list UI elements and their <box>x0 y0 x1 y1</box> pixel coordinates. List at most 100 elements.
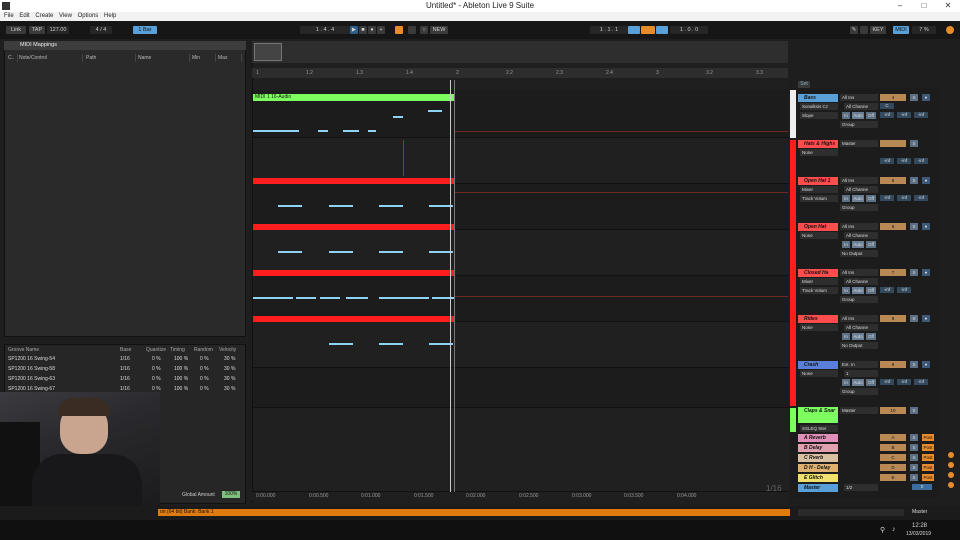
record-indicator-icon[interactable] <box>948 452 954 458</box>
return-send-letter[interactable]: D <box>880 464 906 471</box>
midi-note[interactable] <box>253 297 293 299</box>
audio-clip[interactable] <box>253 270 454 276</box>
track-volume[interactable]: 8 <box>880 315 906 322</box>
monitor-off[interactable]: Off <box>866 241 876 248</box>
midi-note[interactable] <box>368 130 376 132</box>
groove-row[interactable]: SP1200 16 Swing-54 1/16 0 % 100 % 0 % 30… <box>6 355 244 364</box>
groove-quantize[interactable]: 0 % <box>152 355 161 364</box>
tap-button[interactable]: TAP <box>29 26 45 34</box>
overview-viewport[interactable] <box>254 43 282 61</box>
col-base[interactable]: Base <box>120 346 131 355</box>
loop-end-marker[interactable] <box>454 80 455 492</box>
track-name-open-hat[interactable]: Open Hat <box>798 223 838 231</box>
post-button[interactable]: Post <box>922 474 934 481</box>
track-name-bass[interactable]: Bass <box>798 94 838 102</box>
midi-note[interactable] <box>278 251 302 253</box>
new-button[interactable]: NEW <box>430 26 448 34</box>
tempo-field[interactable]: 127.00 <box>47 26 69 34</box>
return-track-b[interactable]: B Delay <box>798 444 838 452</box>
arm-button[interactable]: ● <box>922 361 930 368</box>
midi-note[interactable] <box>329 205 353 207</box>
output-routing[interactable]: Master <box>840 140 878 147</box>
groove-quantize[interactable]: 0 % <box>152 365 161 374</box>
groove-velocity[interactable]: 30 % <box>224 365 235 374</box>
loop-start-field[interactable]: 1 . 1 . 1 <box>590 26 628 34</box>
overdub-icon[interactable]: + <box>377 26 385 34</box>
playhead[interactable] <box>450 80 451 492</box>
midi-note[interactable] <box>320 297 340 299</box>
solo-button[interactable]: S <box>910 269 918 276</box>
output-routing[interactable]: Group <box>840 204 878 211</box>
overview-toggle-icon[interactable] <box>946 26 954 34</box>
track-name-closed-hat[interactable]: Closed Ha <box>798 269 838 277</box>
return-send-letter[interactable]: B <box>880 444 906 451</box>
monitor-auto[interactable]: Auto <box>852 195 864 202</box>
solo-button[interactable]: S <box>910 223 918 230</box>
beat-ruler[interactable]: 1 1.2 1.3 1.4 2 2.2 2.3 2.4 3 3.2 3.3 <box>252 68 788 78</box>
maximize-icon[interactable]: □ <box>912 0 936 12</box>
track-lane-crash[interactable] <box>253 368 789 408</box>
network-icon[interactable]: ⚲ <box>880 526 888 534</box>
column-min[interactable]: Min <box>192 54 216 62</box>
cue-out[interactable]: 1/2 <box>844 484 878 491</box>
track-name-crash[interactable]: Crash <box>798 361 838 369</box>
minimize-icon[interactable]: – <box>888 0 912 12</box>
post-button[interactable]: Post <box>922 444 934 451</box>
monitor-in[interactable]: In <box>842 287 850 294</box>
punch-icon[interactable] <box>408 26 416 34</box>
track-name-claps-snare[interactable]: Claps & Snar <box>798 407 838 423</box>
global-amount-field[interactable]: 100% <box>222 491 240 498</box>
record-indicator-icon[interactable] <box>948 482 954 488</box>
solo-button[interactable]: S <box>910 464 918 471</box>
input-type[interactable]: All Ins <box>840 177 878 184</box>
arm-button[interactable]: ● <box>922 94 930 101</box>
groove-random[interactable]: 0 % <box>200 365 209 374</box>
automation-icon[interactable] <box>395 26 403 34</box>
post-button[interactable]: Post <box>922 464 934 471</box>
device-chooser[interactable]: Mixer <box>800 186 838 193</box>
midi-note[interactable] <box>379 297 429 299</box>
menu-edit[interactable]: Edit <box>19 12 29 21</box>
quantize-menu[interactable]: 1 Bar <box>133 26 157 34</box>
midi-note[interactable] <box>296 297 316 299</box>
record-indicator-icon[interactable] <box>948 462 954 468</box>
monitor-off[interactable]: Off <box>866 287 876 294</box>
link-button[interactable]: Link <box>6 26 26 34</box>
midi-note[interactable] <box>379 251 403 253</box>
return-send-letter[interactable]: A <box>880 434 906 441</box>
output-routing[interactable]: No Output <box>840 342 878 349</box>
input-channel[interactable]: All Channe <box>844 103 878 110</box>
output-routing[interactable]: No Output <box>840 250 878 257</box>
param-chooser[interactable]: Track Volum <box>800 287 838 294</box>
menu-options[interactable]: Options <box>78 12 99 21</box>
solo-button[interactable]: S <box>910 177 918 184</box>
audio-clip[interactable] <box>253 224 454 230</box>
groove-timing[interactable]: 100 % <box>174 385 188 394</box>
menu-view[interactable]: View <box>59 12 72 21</box>
input-type[interactable]: All Ins <box>840 223 878 230</box>
monitor-off[interactable]: Off <box>866 195 876 202</box>
midi-note[interactable] <box>329 343 353 345</box>
key-map-button[interactable]: KEY <box>870 26 886 34</box>
post-button[interactable]: Post <box>922 434 934 441</box>
return-send-letter[interactable]: E <box>880 474 906 481</box>
send-a[interactable]: C <box>880 103 894 109</box>
midi-note[interactable] <box>318 130 328 132</box>
solo-button[interactable]: S <box>910 444 918 451</box>
track-name-hats-highs[interactable]: Hats & Highs <box>798 140 838 148</box>
input-type[interactable]: All Ins <box>840 315 878 322</box>
midi-note[interactable] <box>253 130 299 132</box>
midi-note[interactable] <box>346 297 368 299</box>
groove-base[interactable]: 1/16 <box>120 355 130 364</box>
param-chooser[interactable]: Track Volum <box>800 195 838 202</box>
solo-button[interactable]: S <box>910 434 918 441</box>
input-type[interactable]: Ext. In <box>840 361 878 368</box>
groove-random[interactable]: 0 % <box>200 375 209 384</box>
input-channel[interactable]: All Channe <box>844 324 878 331</box>
monitor-in[interactable]: In <box>842 333 850 340</box>
midi-note[interactable] <box>329 251 353 253</box>
input-channel[interactable]: All Channe <box>844 278 878 285</box>
track-volume[interactable]: 9 <box>880 361 906 368</box>
groove-random[interactable]: 0 % <box>200 385 209 394</box>
output-routing[interactable]: Group <box>840 121 878 128</box>
